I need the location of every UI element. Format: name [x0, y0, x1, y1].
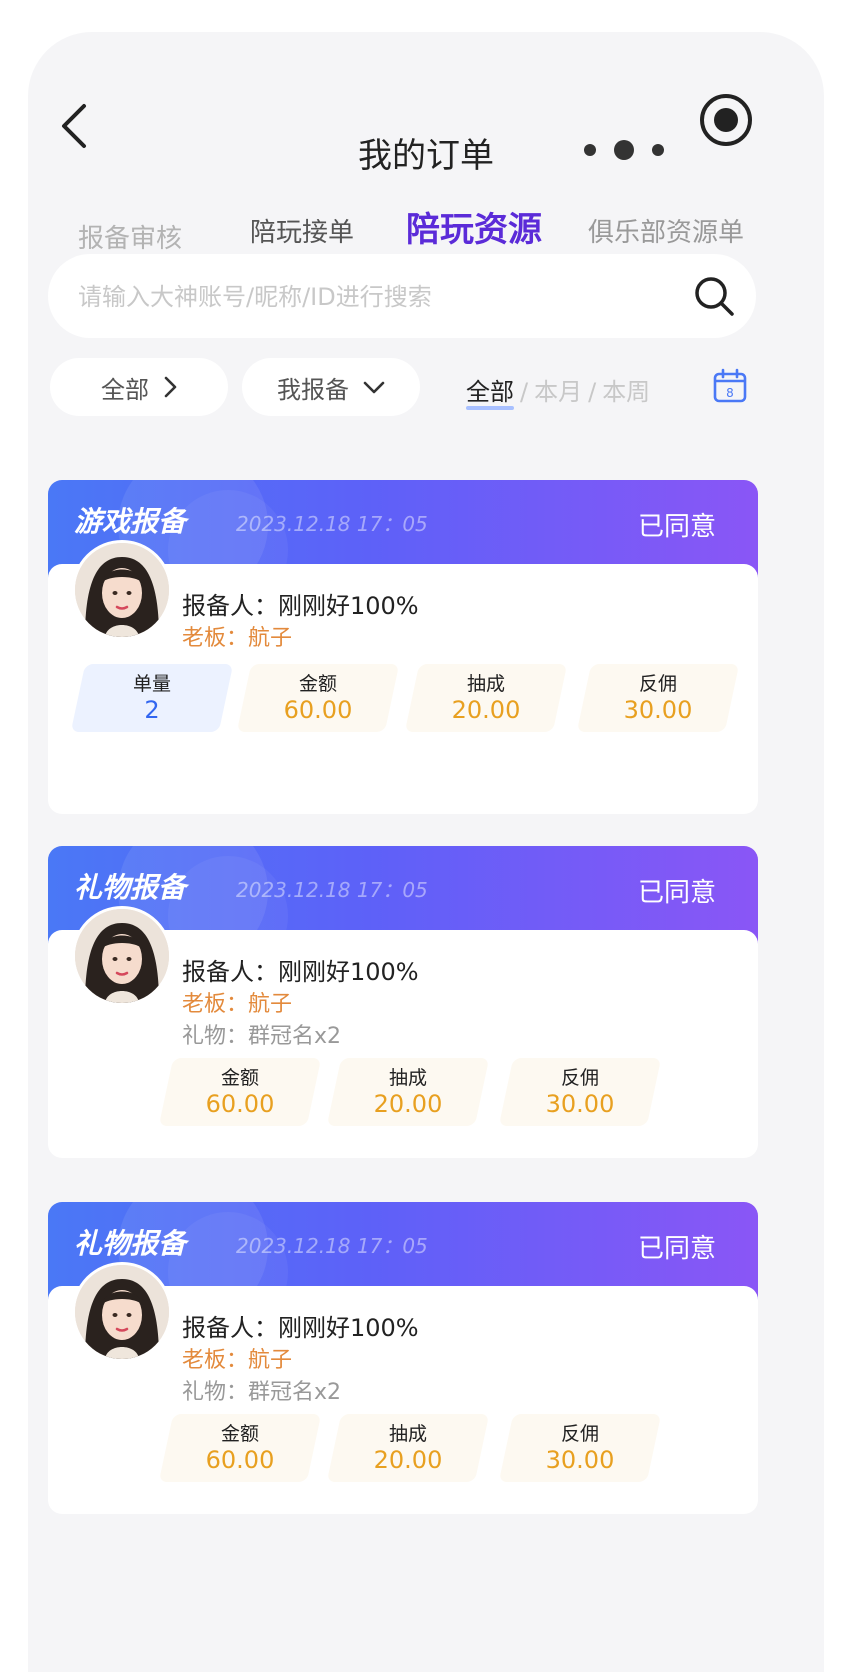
stat-value: 20.00 — [373, 1446, 443, 1474]
reporter-text: 报备人：刚刚好100% — [182, 592, 419, 620]
avatar-image — [75, 543, 169, 637]
boss-text: 老板：航子 — [182, 626, 293, 651]
calendar-icon[interactable]: 8 — [712, 368, 748, 404]
gift-text: 礼物：群冠名x2 — [182, 1380, 342, 1405]
more-dot-icon — [652, 144, 664, 156]
reporter-text: 报备人：刚刚好100% — [182, 958, 419, 986]
report-type: 游戏报备 — [74, 505, 187, 538]
stat-value: 60.00 — [283, 696, 353, 724]
range-separator: / — [588, 378, 597, 406]
date-range-switch: 全部 / 本月 / 本周 — [466, 372, 650, 407]
stat-value: 20.00 — [373, 1090, 443, 1118]
stat-label: 反佣 — [638, 673, 677, 695]
avatar-image — [75, 1265, 169, 1359]
range-week[interactable]: 本周 — [602, 378, 650, 406]
stat-commission: 抽成 20.00 — [326, 1058, 490, 1126]
search-input[interactable] — [76, 272, 640, 322]
boss-text: 老板：航子 — [182, 1348, 293, 1373]
tab-accept-orders[interactable]: 陪玩接单 — [250, 212, 354, 249]
stat-value: 60.00 — [205, 1446, 275, 1474]
calendar-day: 8 — [726, 386, 734, 400]
range-separator: / — [520, 378, 529, 406]
search-bar — [48, 254, 756, 338]
range-all[interactable]: 全部 — [466, 378, 514, 406]
report-card[interactable]: 礼物报备 2023.12.18 17：05 已同意 报备人：刚刚好100% 老板… — [48, 846, 758, 1162]
report-time: 2023.12.18 17：05 — [236, 512, 428, 536]
tab-bar: 报备审核 陪玩接单 陪玩资源 俱乐部资源单 — [28, 202, 824, 255]
report-card[interactable]: 游戏报备 2023.12.18 17：05 已同意 报备人：刚刚好100% 老板… — [48, 480, 758, 816]
stat-commission: 抽成 20.00 — [404, 664, 568, 732]
report-type: 礼物报备 — [74, 1227, 187, 1260]
more-dot-icon — [584, 144, 596, 156]
stat-rebate: 反佣 30.00 — [576, 664, 740, 732]
stat-rebate: 反佣 30.00 — [498, 1058, 662, 1126]
chevron-down-icon — [363, 381, 385, 394]
phone-screen: 我的订单 报备审核 陪玩接单 陪玩资源 俱乐部资源单 全部 我报备 — [28, 32, 824, 1672]
stat-rebate: 反佣 30.00 — [498, 1414, 662, 1482]
stat-label: 金额 — [220, 1067, 259, 1089]
stat-label: 反佣 — [560, 1067, 599, 1089]
stat-label: 反佣 — [560, 1423, 599, 1445]
more-dot-icon — [614, 140, 634, 160]
stat-count: 单量 2 — [70, 664, 234, 732]
gift-text: 礼物：群冠名x2 — [182, 1024, 342, 1049]
stat-value: 60.00 — [205, 1090, 275, 1118]
role-filter[interactable]: 我报备 — [242, 358, 420, 416]
back-button[interactable] — [56, 96, 92, 156]
status-badge: 已同意 — [638, 512, 717, 542]
stat-value: 30.00 — [623, 696, 693, 724]
avatar — [72, 1262, 172, 1362]
more-button[interactable] — [584, 132, 664, 168]
report-time: 2023.12.18 17：05 — [236, 1234, 428, 1258]
search-icon[interactable] — [692, 274, 736, 318]
avatar — [72, 906, 172, 1006]
stat-label: 金额 — [220, 1423, 259, 1445]
stat-label: 单量 — [132, 673, 171, 695]
stat-commission: 抽成 20.00 — [326, 1414, 490, 1482]
avatar — [72, 540, 172, 640]
tab-companion-resources[interactable]: 陪玩资源 — [406, 202, 542, 251]
tab-club-resources[interactable]: 俱乐部资源单 — [588, 212, 744, 249]
scope-filter[interactable]: 全部 — [50, 358, 228, 416]
record-target-icon[interactable] — [698, 92, 754, 148]
stat-label: 抽成 — [466, 673, 505, 695]
scope-filter-label: 全部 — [101, 375, 149, 404]
report-type: 礼物报备 — [74, 871, 187, 904]
chevron-left-icon — [62, 104, 86, 148]
chevron-right-icon — [164, 376, 177, 398]
status-badge: 已同意 — [638, 1234, 717, 1264]
page-title: 我的订单 — [358, 136, 494, 176]
stat-amount: 金额 60.00 — [236, 664, 400, 732]
stat-label: 抽成 — [388, 1067, 427, 1089]
report-time: 2023.12.18 17：05 — [236, 878, 428, 902]
range-month[interactable]: 本月 — [534, 378, 582, 406]
stat-label: 金额 — [298, 673, 337, 695]
stat-amount: 金额 60.00 — [158, 1414, 322, 1482]
stat-value: 2 — [144, 696, 160, 724]
stat-amount: 金额 60.00 — [158, 1058, 322, 1126]
role-filter-label: 我报备 — [277, 375, 349, 404]
tab-report-review[interactable]: 报备审核 — [78, 218, 182, 255]
boss-text: 老板：航子 — [182, 992, 293, 1017]
nav-bar: 我的订单 — [28, 32, 824, 176]
status-badge: 已同意 — [638, 878, 717, 908]
stat-value: 30.00 — [545, 1090, 615, 1118]
stat-label: 抽成 — [388, 1423, 427, 1445]
report-card[interactable]: 礼物报备 2023.12.18 17：05 已同意 报备人：刚刚好100% 老板… — [48, 1202, 758, 1518]
stat-value: 20.00 — [451, 696, 521, 724]
reporter-text: 报备人：刚刚好100% — [182, 1314, 419, 1342]
avatar-image — [75, 909, 169, 1003]
stat-value: 30.00 — [545, 1446, 615, 1474]
